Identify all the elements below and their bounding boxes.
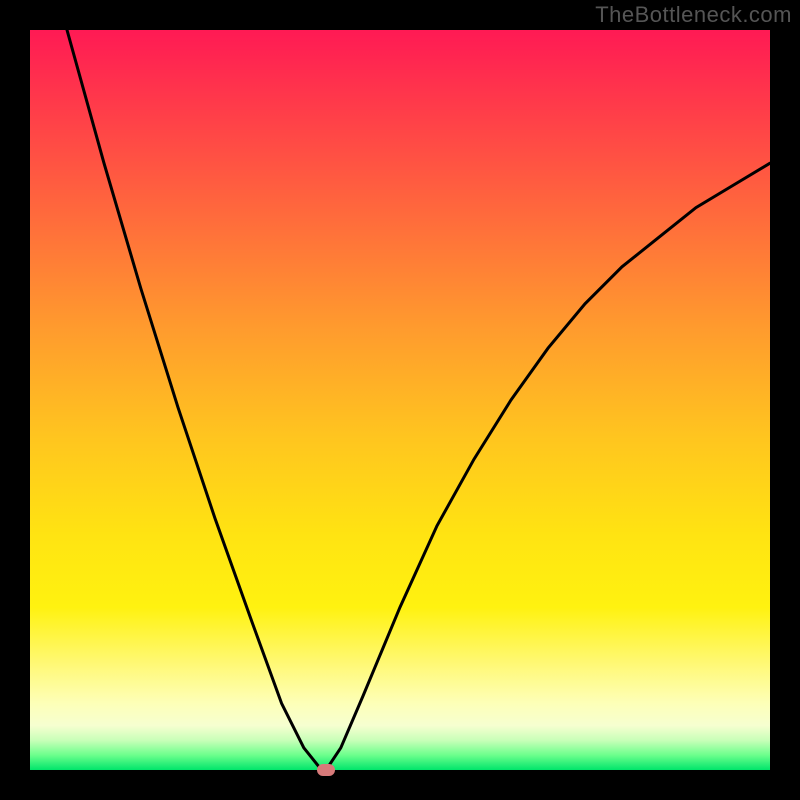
right-branch-path [326,163,770,770]
watermark-text: TheBottleneck.com [595,2,792,28]
left-branch-path [67,30,326,770]
plot-area [30,30,770,770]
bottleneck-marker [317,764,335,776]
chart-container: TheBottleneck.com [0,0,800,800]
curve-svg [30,30,770,770]
